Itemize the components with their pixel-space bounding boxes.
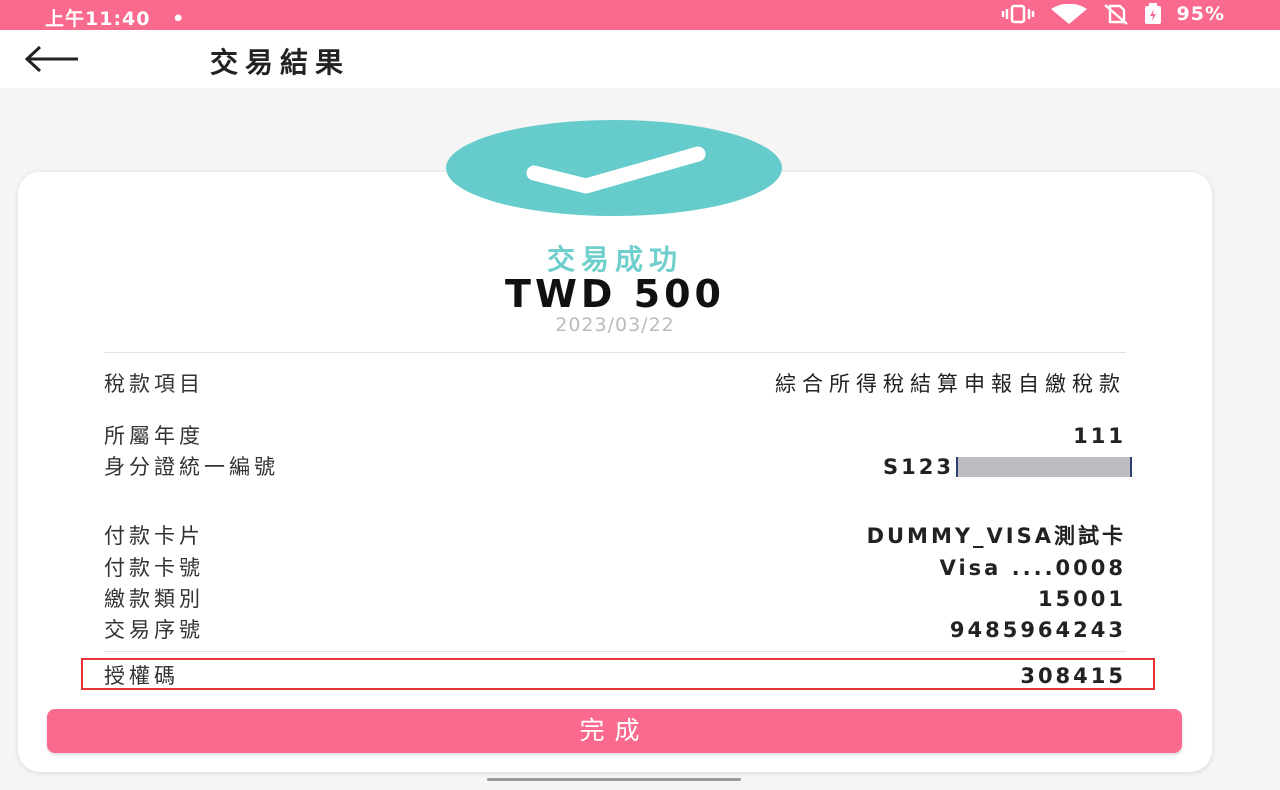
detail-label: 授權碼 xyxy=(104,664,179,688)
app-bar: 交易結果 xyxy=(0,30,1280,88)
no-sim-icon xyxy=(1103,4,1128,25)
home-indicator[interactable] xyxy=(487,778,741,781)
done-button[interactable]: 完成 xyxy=(47,709,1182,753)
detail-label: 付款卡片 xyxy=(104,524,204,548)
id-number-prefix: S123 xyxy=(883,455,954,479)
status-time: 上午11:40 • xyxy=(45,4,185,31)
transaction-amount: TWD 500 xyxy=(505,272,725,316)
detail-label: 身分證統一編號 xyxy=(104,455,279,479)
arrow-left-icon xyxy=(24,45,78,73)
battery-icon xyxy=(1144,3,1161,24)
back-button[interactable] xyxy=(22,42,82,76)
detail-value: S123 xyxy=(883,456,1132,478)
detail-value: 15001 xyxy=(1037,587,1126,611)
detail-value: 308415 xyxy=(1020,664,1126,688)
detail-label: 稅款項目 xyxy=(104,372,204,396)
divider xyxy=(104,651,1126,652)
detail-label: 所屬年度 xyxy=(104,424,204,448)
divider xyxy=(104,352,1126,353)
detail-label: 繳款類別 xyxy=(104,587,204,611)
checkmark-icon xyxy=(526,146,706,194)
detail-value: Visa ....0008 xyxy=(939,556,1126,580)
detail-label: 付款卡號 xyxy=(104,556,204,580)
clock-text: 上午11:40 xyxy=(45,8,151,30)
wifi-icon xyxy=(1050,4,1087,24)
page-title: 交易結果 xyxy=(210,46,351,79)
battery-percent: 95% xyxy=(1176,3,1225,25)
vibrate-icon xyxy=(1001,4,1034,24)
detail-value: 9485964243 xyxy=(949,618,1126,642)
success-badge xyxy=(446,120,782,216)
detail-value: 111 xyxy=(1073,424,1126,448)
notification-dot: • xyxy=(172,8,186,30)
redaction-block xyxy=(956,457,1132,477)
status-icons: 95% xyxy=(1001,3,1225,25)
detail-label: 交易序號 xyxy=(104,618,204,642)
detail-value: DUMMY_VISA測試卡 xyxy=(866,524,1126,548)
transaction-date: 2023/03/22 xyxy=(555,314,675,336)
detail-value: 綜合所得稅結算申報自繳稅款 xyxy=(775,372,1126,396)
status-bar: 上午11:40 • 95% xyxy=(0,0,1280,30)
